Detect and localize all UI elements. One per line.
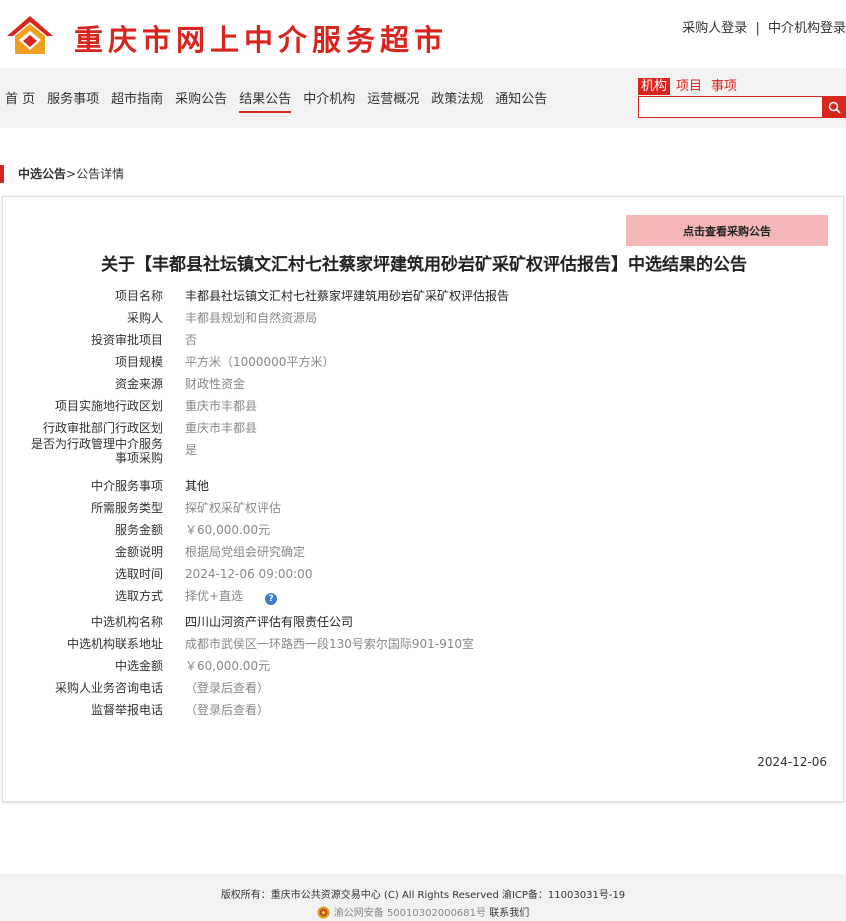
detail-label: 采购人: [126, 311, 163, 325]
detail-label: 所需服务类型: [90, 501, 163, 515]
login-links: 采购人登录 | 中介机构登录: [682, 17, 846, 36]
nav-item-3[interactable]: 采购公告: [175, 88, 227, 113]
detail-value-text: 平方米（1000000平方米）: [185, 355, 335, 369]
help-icon[interactable]: ?: [265, 593, 278, 605]
detail-value: 2024-12-06 09:00:00: [185, 567, 312, 581]
detail-value-text: 重庆市丰都县: [185, 399, 258, 413]
detail-label: 中介服务事项: [90, 479, 163, 493]
detail-label: 行政审批部门行政区划: [42, 421, 163, 435]
nav-item-6[interactable]: 运营概况: [367, 88, 419, 113]
nav-item-0[interactable]: 首 页: [5, 88, 35, 113]
detail-value: ￥60,000.00元: [185, 659, 270, 673]
breadcrumb-current: 公告详情: [76, 167, 125, 181]
nav-item-7[interactable]: 政策法规: [431, 88, 483, 113]
detail-label: 投资审批项目: [90, 333, 163, 347]
detail-label: 服务金额: [114, 523, 163, 537]
detail-value-text: 丰都县规划和自然资源局: [185, 311, 318, 325]
search-tabs: 机构 项目 事项: [638, 78, 846, 95]
search-tab-0[interactable]: 机构: [638, 78, 671, 95]
login-separator: |: [755, 21, 760, 36]
detail-value: 丰都县规划和自然资源局: [185, 311, 317, 325]
view-procurement-notice-button[interactable]: 点击查看采购公告: [626, 215, 828, 246]
detail-value-text: 成都市武侯区一环路西一段130号索尔国际901-910室: [185, 637, 475, 651]
breadcrumb: 中选公告>公告详情: [0, 165, 124, 183]
footer-copyright: 版权所有：重庆市公共资源交易中心 (C) All Rights Reserved…: [220, 890, 626, 901]
detail-value-text: 丰都县社坛镇文汇村七社蔡家坪建筑用砂岩矿采矿权评估报告: [185, 289, 510, 303]
detail-value-text: 是: [185, 443, 198, 457]
detail-value: 探矿权采矿权评估: [185, 501, 281, 515]
detail-label: 金额说明: [114, 545, 163, 559]
detail-value: 否: [185, 333, 197, 347]
detail-label: 是否为行政管理中介服务事项采购: [30, 437, 163, 465]
agency-login-link[interactable]: 中介机构登录: [768, 21, 846, 36]
detail-value: 成都市武侯区一环路西一段130号索尔国际901-910室: [185, 637, 474, 651]
buyer-login-link[interactable]: 采购人登录: [682, 21, 747, 36]
detail-value: （登录后查看）: [185, 703, 269, 717]
detail-label: 选取时间: [114, 567, 163, 581]
publish-date: 2024-12-06: [757, 755, 827, 769]
search-button[interactable]: [823, 96, 846, 118]
search-icon: [828, 101, 841, 114]
nav-item-5[interactable]: 中介机构: [303, 88, 355, 113]
detail-value-text: 其他: [185, 479, 210, 493]
header: 重庆市网上中介服务超市 采购人登录 | 中介机构登录: [0, 0, 846, 68]
detail-value-text: 否: [185, 333, 198, 347]
detail-value: 财政性资金: [185, 377, 245, 391]
detail-value: ￥60,000.00元: [185, 523, 270, 537]
detail-value-text: （登录后查看）: [185, 681, 270, 695]
detail-label: 项目实施地行政区划: [54, 399, 163, 413]
detail-value-text: ￥60,000.00元: [185, 659, 271, 673]
notice-panel: 点击查看采购公告 关于【丰都县社坛镇文汇村七社蔡家坪建筑用砂岩矿采矿权评估报告】…: [2, 196, 844, 802]
search-tab-1[interactable]: 项目: [673, 78, 705, 95]
detail-value-text: 2024-12-06 09:00:00: [185, 567, 313, 581]
main-nav: 首 页服务事项 超市指南 采购公告 结果公告 中介机构 运营概况 政策法规 通知公告 机构 项目…: [0, 68, 846, 128]
nav-item-2[interactable]: 超市指南: [111, 88, 163, 113]
site-logo-icon[interactable]: [5, 14, 55, 56]
detail-label: 资金来源: [114, 377, 163, 391]
detail-value: 丰都县社坛镇文汇村七社蔡家坪建筑用砂岩矿采矿权评估报告: [185, 289, 509, 303]
footer-record: 渝公网安备 50010302000681号 联系我们: [0, 904, 846, 919]
detail-value-text: 择优+直选: [185, 589, 244, 603]
breadcrumb-notice-link[interactable]: 中选公告: [18, 167, 66, 181]
page: 重庆市网上中介服务超市 采购人登录 | 中介机构登录 首 页服务事项 超市指南 采购…: [0, 0, 846, 921]
nav-items: 首 页服务事项 超市指南 采购公告 结果公告 中介机构 运营概况 政策法规 通知公告: [5, 88, 559, 113]
detail-value-text: 财政性资金: [185, 377, 246, 391]
detail-value: （登录后查看）: [185, 681, 269, 695]
detail-value: 是: [185, 443, 197, 457]
breadcrumb-separator: >: [66, 167, 77, 181]
police-badge-icon: [317, 906, 330, 919]
detail-value: 平方米（1000000平方米）: [185, 355, 334, 369]
detail-label: 项目规模: [114, 355, 163, 369]
detail-value-text: 四川山河资产评估有限责任公司: [185, 615, 354, 629]
search-box: 机构 项目 事项: [638, 78, 846, 118]
detail-value: 四川山河资产评估有限责任公司: [185, 615, 353, 629]
nav-item-8[interactable]: 通知公告: [495, 88, 547, 113]
detail-label: 监督举报电话: [90, 703, 163, 717]
detail-value-text: （登录后查看）: [185, 703, 270, 717]
detail-value-text: 重庆市丰都县: [185, 421, 258, 435]
nav-item-4[interactable]: 结果公告: [239, 88, 292, 113]
detail-value: 重庆市丰都县: [185, 399, 257, 413]
footer: 版权所有：重庆市公共资源交易中心 (C) All Rights Reserved…: [0, 874, 846, 921]
notice-title: 关于【丰都县社坛镇文汇村七社蔡家坪建筑用砂岩矿采矿权评估报告】中选结果的公告: [101, 255, 747, 275]
search-tab-2[interactable]: 事项: [708, 78, 740, 95]
detail-label: 选取方式: [114, 589, 163, 603]
detail-label: 中选机构联系地址: [66, 637, 163, 651]
detail-value-text: 根据局党组会研究确定: [185, 545, 306, 559]
detail-value: 择优+直选?: [185, 589, 278, 605]
police-record-text[interactable]: 渝公网安备 50010302000681号: [334, 908, 486, 919]
detail-value: 重庆市丰都县: [185, 421, 257, 435]
contact-us-link[interactable]: 联系我们: [489, 908, 529, 919]
site-title[interactable]: 重庆市网上中介服务超市: [74, 17, 448, 59]
detail-label: 采购人业务咨询电话: [54, 681, 163, 695]
detail-label: 中选机构名称: [90, 615, 163, 629]
detail-label: 中选金额: [114, 659, 163, 673]
detail-value-text: 探矿权采矿权评估: [185, 501, 282, 515]
nav-item-1[interactable]: 服务事项: [47, 88, 99, 113]
detail-value: 其他: [185, 479, 209, 493]
search-input[interactable]: [638, 96, 823, 118]
detail-value-text: ￥60,000.00元: [185, 523, 271, 537]
detail-value: 根据局党组会研究确定: [185, 545, 305, 559]
detail-label: 项目名称: [114, 289, 163, 303]
